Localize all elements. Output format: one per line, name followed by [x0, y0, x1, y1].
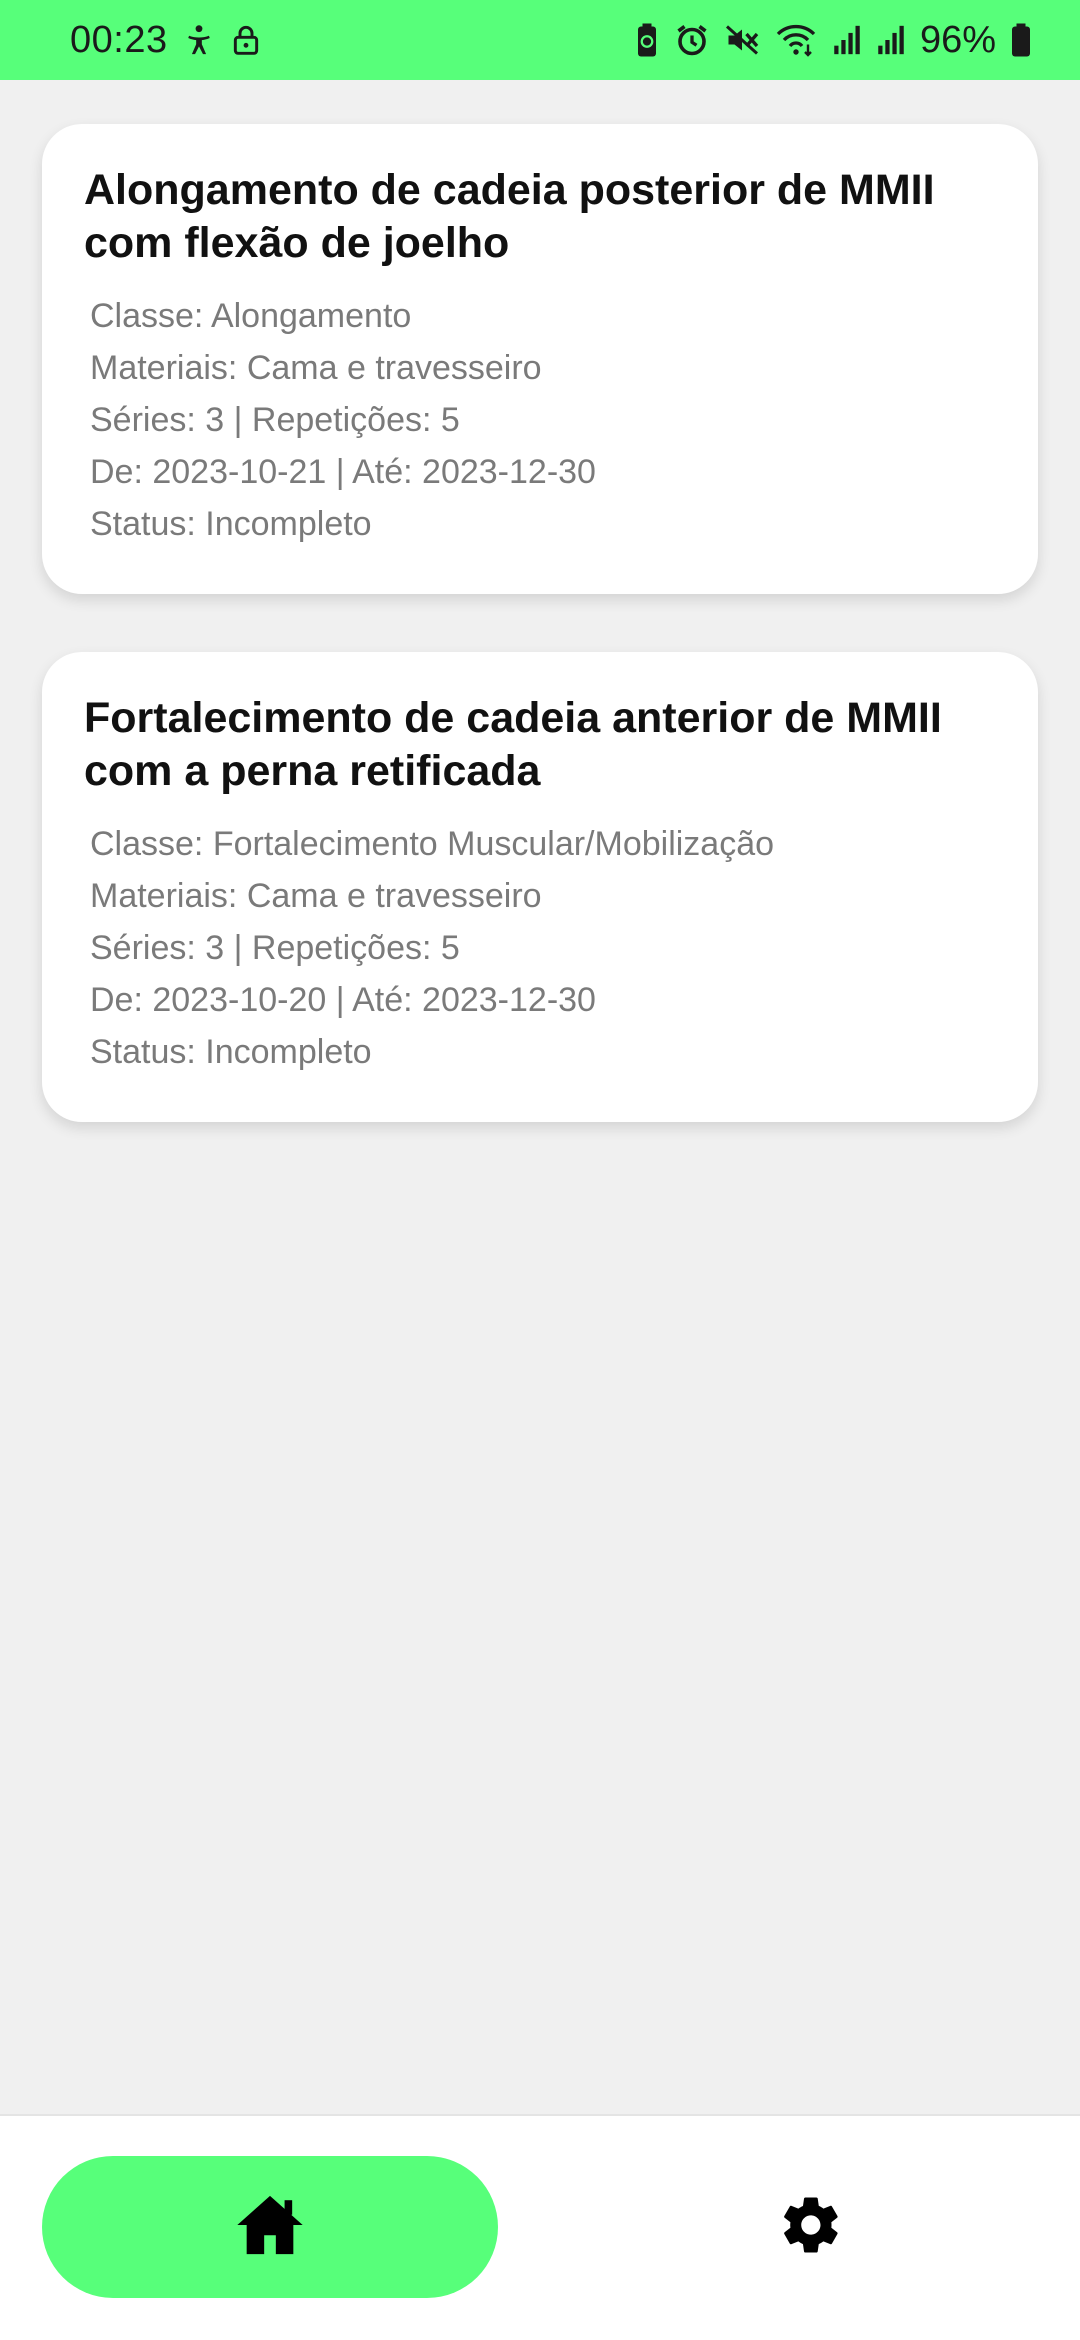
- exercise-series: Séries: 3 | Repetições: 5: [90, 401, 460, 439]
- nav-settings-button[interactable]: [740, 2156, 882, 2298]
- battery-icon: [1010, 22, 1032, 58]
- status-bar-right: 96%: [634, 19, 1032, 62]
- signal-icon: [876, 23, 906, 57]
- nav-home-button[interactable]: [42, 2156, 498, 2298]
- lock-icon: [230, 23, 262, 57]
- exercise-materials: Materiais: Cama e travesseiro: [90, 877, 542, 915]
- exercise-class: Classe: Fortalecimento Muscular/Mobiliza…: [90, 825, 775, 863]
- battery-saver-icon: [634, 22, 660, 58]
- signal-icon: [832, 23, 862, 57]
- wifi-icon: [774, 22, 818, 58]
- bottom-nav: [0, 2114, 1080, 2340]
- exercise-title: Alongamento de cadeia posterior de MMII …: [84, 166, 935, 267]
- exercise-materials: Materiais: Cama e travesseiro: [90, 349, 542, 387]
- accessibility-icon: [182, 23, 216, 57]
- exercise-title: Fortalecimento de cadeia anterior de MMI…: [84, 694, 942, 795]
- exercise-status: Status: Incompleto: [90, 1033, 372, 1071]
- battery-percent: 96%: [919, 18, 996, 61]
- exercise-series: Séries: 3 | Repetições: 5: [90, 929, 460, 967]
- mute-icon: [724, 22, 760, 58]
- exercise-list: Alongamento de cadeia posterior de MMII …: [42, 124, 1038, 1180]
- exercise-dates: De: 2023-10-21 | Até: 2023-12-30: [90, 453, 596, 491]
- alarm-icon: [674, 22, 710, 58]
- status-bar: 00:23 96%: [0, 0, 1080, 80]
- gear-icon: [778, 2192, 844, 2263]
- exercise-card[interactable]: Fortalecimento de cadeia anterior de MMI…: [42, 652, 1038, 1122]
- home-icon: [235, 2192, 305, 2263]
- exercise-card[interactable]: Alongamento de cadeia posterior de MMII …: [42, 124, 1038, 594]
- status-bar-left: 00:23: [70, 19, 262, 62]
- app-screen: 00:23 96% Alongamento de cadeia posterio…: [0, 0, 1080, 2340]
- exercise-status: Status: Incompleto: [90, 505, 372, 543]
- exercise-dates: De: 2023-10-20 | Até: 2023-12-30: [90, 981, 596, 1019]
- exercise-class: Classe: Alongamento: [90, 297, 412, 335]
- status-time: 00:23: [70, 18, 168, 61]
